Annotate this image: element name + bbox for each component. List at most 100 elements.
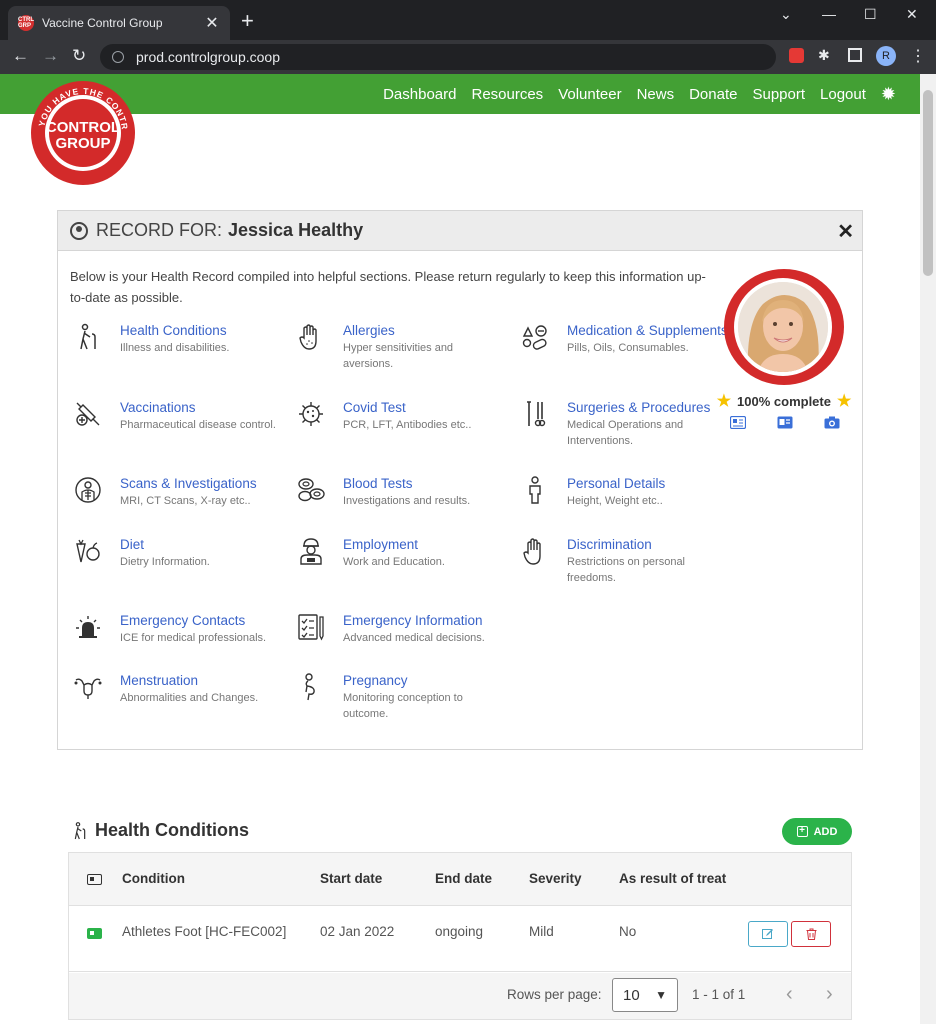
section-title[interactable]: Health Conditions <box>120 322 229 339</box>
section-title[interactable]: Allergies <box>343 322 506 339</box>
delete-button[interactable] <box>791 921 831 947</box>
section-title[interactable]: Discrimination <box>567 536 730 553</box>
maximize-button[interactable]: ☐ <box>864 6 877 23</box>
chevron-right-icon[interactable]: › <box>826 983 833 1006</box>
page-scrollbar[interactable] <box>920 74 936 1024</box>
nav-support[interactable]: Support <box>752 86 805 103</box>
gear-icon[interactable]: ✹ <box>881 84 896 105</box>
cell-start-date: 02 Jan 2022 <box>320 924 395 939</box>
section-covid-test[interactable]: Covid Test PCR, LFT, Antibodies etc.. <box>296 399 506 433</box>
back-icon[interactable]: ← <box>12 46 29 66</box>
section-scans[interactable]: Scans & Investigations MRI, CT Scans, X-r… <box>73 475 283 509</box>
section-title[interactable]: Pregnancy <box>343 672 506 689</box>
nav-logout[interactable]: Logout <box>820 86 866 103</box>
section-allergies[interactable]: Allergies Hyper sensitivities and aversio… <box>296 322 506 372</box>
section-title[interactable]: Medication & Supplements <box>567 322 728 339</box>
worker-icon <box>300 538 322 565</box>
patient-name: Jessica Healthy <box>228 220 364 240</box>
section-title[interactable]: Covid Test <box>343 399 471 416</box>
nav-dashboard[interactable]: Dashboard <box>383 86 456 103</box>
col-condition[interactable]: Condition <box>122 871 185 886</box>
nav-donate[interactable]: Donate <box>689 86 737 103</box>
section-vaccinations[interactable]: Vaccinations Pharmaceutical disease contr… <box>73 399 283 433</box>
section-desc: Investigations and results. <box>343 495 471 507</box>
siren-icon <box>76 616 100 638</box>
section-employment[interactable]: Employment Work and Education. <box>296 536 506 570</box>
minimize-button[interactable]: — <box>822 6 836 22</box>
record-intro: Below is your Health Record compiled int… <box>70 269 706 305</box>
window-close-button[interactable]: ✕ <box>906 6 918 23</box>
forward-icon[interactable]: → <box>42 46 59 66</box>
section-title[interactable]: Diet <box>120 536 210 553</box>
control-group-logo[interactable]: YOU HAVE THE CONTROL CONTROL GROUP <box>30 80 136 186</box>
profile-avatar[interactable]: R <box>876 46 896 66</box>
pills-icon <box>522 325 547 350</box>
extensions-puzzle-icon[interactable]: ✱ <box>818 48 832 62</box>
section-personal-details[interactable]: Personal Details Height, Weight etc.. <box>520 475 730 509</box>
section-title[interactable]: Emergency Contacts <box>120 612 266 629</box>
tab-close-icon[interactable]: ✕ <box>204 13 220 33</box>
pregnant-icon <box>305 673 315 701</box>
section-emergency-contacts[interactable]: Emergency Contacts ICE for medical profes… <box>73 612 283 646</box>
section-title[interactable]: Surgeries & Procedures <box>567 399 730 416</box>
main-nav: Dashboard Resources Volunteer News Donat… <box>383 74 896 114</box>
tab-search-icon[interactable]: ⌄ <box>780 6 792 23</box>
health-record-card: RECORD FOR: Jessica Healthy ✕ Below is y… <box>57 210 863 750</box>
section-health-conditions[interactable]: Health Conditions Illness and disabilitie… <box>73 322 283 356</box>
section-desc: PCR, LFT, Antibodies etc.. <box>343 419 472 431</box>
reload-icon[interactable]: ↻ <box>72 46 86 66</box>
table-header-row: Condition Start date End date Severity A… <box>69 853 851 906</box>
section-title[interactable]: Blood Tests <box>343 475 470 492</box>
section-diet[interactable]: Diet Dietry Information. <box>73 536 283 570</box>
rows-per-page-select[interactable]: 10 ▼ <box>612 978 678 1012</box>
user-circle-icon <box>70 221 88 240</box>
scrollbar-thumb[interactable] <box>923 90 933 276</box>
contact-card-icon[interactable] <box>777 416 793 429</box>
profile-photo-ring[interactable] <box>724 269 844 385</box>
table-row[interactable]: Athletes Foot [HC-FEC002] 02 Jan 2022 on… <box>69 906 851 972</box>
section-pregnancy[interactable]: Pregnancy Monitoring conception to outcom… <box>296 672 506 722</box>
col-end-date[interactable]: End date <box>435 871 492 886</box>
edit-button[interactable] <box>748 921 788 947</box>
add-condition-button[interactable]: + ADD <box>782 818 852 845</box>
col-severity[interactable]: Severity <box>529 871 582 886</box>
uterus-icon <box>74 678 102 699</box>
col-start-date[interactable]: Start date <box>320 871 382 886</box>
site-header: Dashboard Resources Volunteer News Donat… <box>0 74 920 114</box>
record-actions <box>730 416 840 429</box>
browser-tab[interactable]: CTRL GRP Vaccine Control Group ✕ <box>8 6 230 40</box>
nav-news[interactable]: News <box>637 86 675 103</box>
xray-icon <box>75 477 101 503</box>
profile-photo <box>738 282 828 372</box>
new-tab-button[interactable]: + <box>241 8 254 34</box>
col-as-result-of-treat[interactable]: As result of treat <box>619 871 726 886</box>
section-emergency-information[interactable]: Emergency Information Advanced medical de… <box>296 612 506 646</box>
section-discrimination[interactable]: Discrimination Restrictions on personal f… <box>520 536 730 586</box>
section-title[interactable]: Vaccinations <box>120 399 276 416</box>
side-panel-icon[interactable] <box>848 48 862 62</box>
address-bar[interactable]: prod.controlgroup.coop <box>100 44 776 70</box>
nav-volunteer[interactable]: Volunteer <box>558 86 621 103</box>
id-card-icon[interactable] <box>730 416 746 429</box>
camera-icon[interactable] <box>824 416 840 429</box>
chevron-left-icon[interactable]: ‹ <box>786 983 793 1006</box>
completion-status: ★ 100% complete ★ <box>714 391 854 411</box>
section-title[interactable]: Personal Details <box>567 475 665 492</box>
section-medication[interactable]: Medication & Supplements Pills, Oils, Con… <box>520 322 730 356</box>
section-title[interactable]: Menstruation <box>120 672 258 689</box>
section-blood-tests[interactable]: Blood Tests Investigations and results. <box>296 475 506 509</box>
section-title[interactable]: Emergency Information <box>343 612 485 629</box>
extension-icon[interactable] <box>789 48 804 63</box>
section-title[interactable]: Scans & Investigations <box>120 475 257 492</box>
section-menstruation[interactable]: Menstruation Abnormalities and Changes. <box>73 672 283 706</box>
section-surgeries[interactable]: Surgeries & Procedures Medical Operations… <box>520 399 730 449</box>
site-info-icon[interactable] <box>112 51 124 63</box>
close-icon[interactable]: ✕ <box>837 219 854 244</box>
section-desc: Dietry Information. <box>120 556 210 568</box>
browser-toolbar: ← → ↻ prod.controlgroup.coop ✱ R ⋮ <box>0 40 936 74</box>
nav-resources[interactable]: Resources <box>471 86 543 103</box>
star-icon: ★ <box>716 393 732 410</box>
section-title[interactable]: Employment <box>343 536 445 553</box>
browser-menu-icon[interactable]: ⋮ <box>910 46 926 66</box>
record-header: RECORD FOR: Jessica Healthy ✕ <box>58 211 862 251</box>
